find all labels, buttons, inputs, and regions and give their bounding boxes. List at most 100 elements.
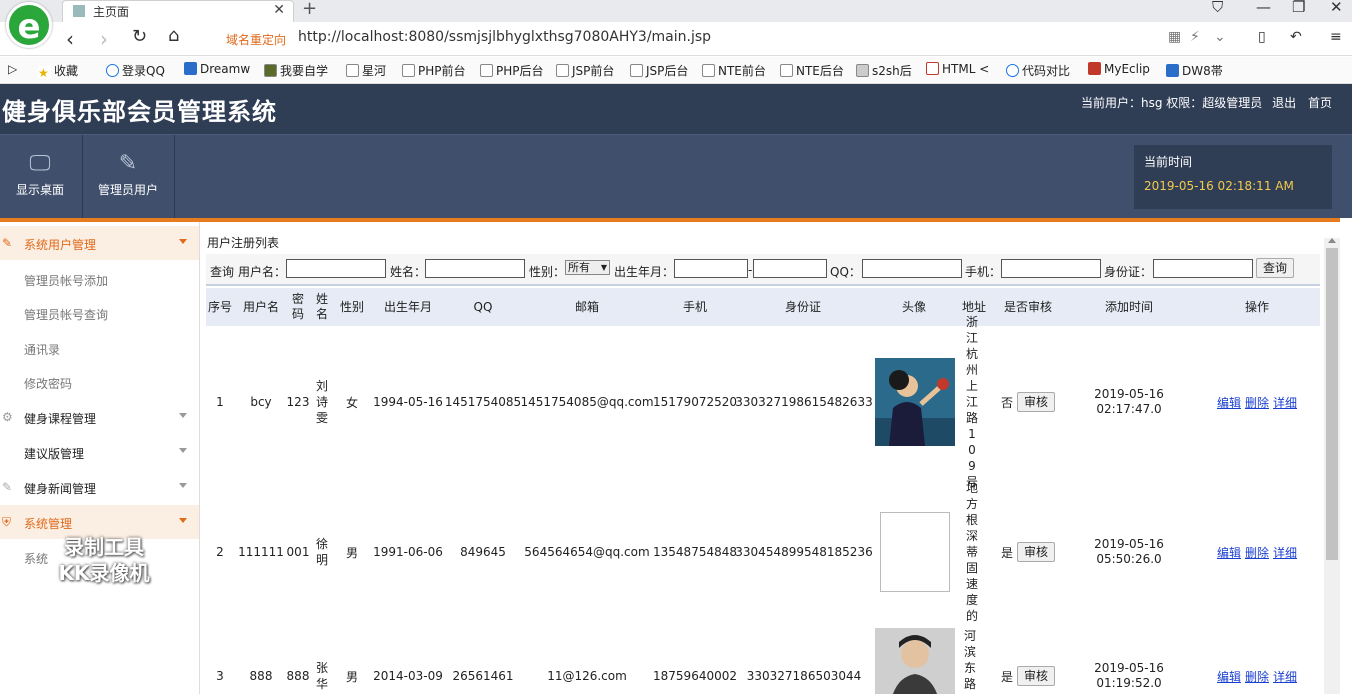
sidebar-group-label: 系统用户管理 (24, 238, 97, 252)
bookmark-item[interactable]: PHP前台 (402, 62, 466, 79)
detail-link[interactable]: 详细 (1273, 544, 1297, 561)
nav-admin-users[interactable]: ✎ 管理员用户 (88, 135, 168, 219)
bookmark-icon[interactable]: ▯ (1258, 29, 1266, 45)
dropdown-icon[interactable]: ⌄ (1214, 29, 1226, 45)
bookmark-item[interactable]: 登录QQ (106, 62, 165, 79)
forward-icon[interactable]: › (100, 27, 108, 51)
bookmark-item[interactable]: NTE后台 (780, 62, 844, 79)
vertical-scrollbar[interactable] (1324, 238, 1340, 694)
delete-link[interactable]: 删除 (1245, 544, 1269, 561)
qq-label: QQ： (830, 265, 861, 279)
app-header: 健身俱乐部会员管理系统 当前用户：hsg 权限：超级管理员 退出 首页 (0, 84, 1352, 134)
glyph: 浙 (965, 315, 978, 329)
cell-email: 1451754085@qq.com (520, 395, 654, 409)
glyph: 刘 (315, 379, 328, 393)
detail-link[interactable]: 详细 (1273, 668, 1297, 685)
added-time: 02:17:47.0 (1096, 402, 1162, 416)
browser-tab-strip: 主页面 ✕ + ⛉ — ❐ ✕ (0, 0, 1352, 22)
tab-close-icon[interactable]: ✕ (273, 2, 285, 18)
column-header: 出生年月 (383, 299, 432, 314)
nav-show-desktop[interactable]: 🖵 显示桌面 (0, 135, 80, 219)
gender-select[interactable]: 所有 ▼ (565, 260, 610, 275)
window-close-icon[interactable]: ✕ (1330, 0, 1343, 16)
cell-name: 刘诗雯 (314, 328, 330, 476)
shirt-skin-icon[interactable]: ⛉ (1212, 0, 1223, 16)
sidebar-item-contacts[interactable]: 通讯录 (24, 341, 60, 358)
menu-icon[interactable]: ≡ (1330, 29, 1342, 45)
glyph: 9 (968, 459, 976, 473)
grid-icon[interactable]: ▦ (1168, 29, 1181, 45)
name-input[interactable] (425, 259, 525, 278)
birth-separator: - (748, 263, 753, 277)
sidebar-item-admin-query[interactable]: 管理员帐号查询 (24, 306, 108, 323)
delete-link[interactable]: 删除 (1245, 668, 1269, 685)
cell-username: 111111 (238, 545, 284, 559)
glyph: 徐 (315, 537, 328, 551)
cell-avatar (874, 328, 956, 476)
phone-input[interactable] (1001, 259, 1101, 278)
glyph: 杭 (965, 347, 978, 361)
bookmark-item[interactable]: s2sh后 (856, 62, 912, 79)
delete-link[interactable]: 删除 (1245, 394, 1269, 411)
minimize-icon[interactable]: — (1256, 0, 1271, 16)
bookmark-item[interactable]: JSP后台 (630, 62, 688, 79)
search-button[interactable]: 查询 (1256, 258, 1294, 278)
bookmark-item[interactable]: MyEclip (1088, 62, 1150, 76)
bookmark-item[interactable]: Dreamw (184, 62, 250, 76)
reload-icon[interactable]: ↻ (132, 26, 147, 47)
column-header: 操作 (1244, 299, 1269, 314)
bookmark-item[interactable]: 代码对比 (1006, 62, 1070, 79)
birth-end-input[interactable] (753, 259, 827, 278)
sidebar-group-user-management[interactable]: ✎ 系统用户管理 (0, 226, 199, 260)
url-input[interactable]: http://localhost:8080/ssmjsjlbhyglxthsg7… (298, 29, 711, 45)
bookmark-item[interactable]: NTE前台 (702, 62, 766, 79)
bookmark-item[interactable]: JSP前台 (556, 62, 614, 79)
glyph: 深 (965, 529, 978, 543)
sidebar-group-news[interactable]: ✎ 健身新闻管理 (0, 470, 199, 504)
audit-button[interactable]: 审核 (1017, 666, 1055, 686)
username-input[interactable] (286, 259, 386, 278)
edit-link[interactable]: 编辑 (1217, 544, 1241, 561)
sidebar-item-admin-add[interactable]: 管理员帐号添加 (24, 272, 108, 289)
sidebar-item-change-password[interactable]: 修改密码 (24, 375, 72, 392)
cell-username: bcy (250, 395, 272, 409)
logout-link[interactable]: 退出 (1272, 96, 1296, 110)
qq-input[interactable] (862, 259, 962, 278)
audit-button[interactable]: 审核 (1017, 392, 1055, 412)
cell-password: 888 (286, 669, 310, 683)
restore-icon[interactable]: ❐ (1292, 0, 1305, 16)
cell-idcard: 330327198615482633 (735, 395, 873, 409)
sidebar-toggle-icon[interactable]: ▷ (8, 62, 17, 76)
edit-link[interactable]: 编辑 (1217, 394, 1241, 411)
lightning-icon[interactable]: ⚡ (1190, 29, 1200, 45)
audit-status: 否 (1000, 395, 1013, 410)
birth-start-input[interactable] (674, 259, 748, 278)
back-icon[interactable]: ‹ (66, 27, 74, 51)
idcard-input[interactable] (1153, 259, 1253, 278)
scrollbar-thumb[interactable] (1326, 248, 1338, 560)
audit-button[interactable]: 审核 (1017, 542, 1055, 562)
browser-tab[interactable]: 主页面 ✕ (62, 0, 294, 22)
bookmark-item[interactable]: 星河 (346, 62, 386, 79)
cell-actions: 编辑 删除 详细 (1202, 626, 1312, 694)
cell-phone: 18759640002 (653, 669, 737, 683)
sidebar-group-label: 系统管理 (24, 517, 73, 531)
home-link[interactable]: 首页 (1308, 96, 1332, 110)
home-icon[interactable]: ⌂ (168, 25, 179, 46)
sidebar-group-label: 健身新闻管理 (24, 482, 97, 496)
browser-logo-icon[interactable]: e (6, 2, 52, 48)
undo-icon[interactable]: ↶ (1290, 29, 1302, 45)
bookmark-item[interactable]: 我要自学 (264, 62, 328, 79)
sidebar-group-suggestions[interactable]: 建议版管理 (0, 435, 199, 469)
new-tab-icon[interactable]: + (302, 0, 317, 19)
time-value: 2019-05-16 02:18:11 AM (1144, 179, 1294, 193)
sidebar-group-courses[interactable]: ⚙ 健身课程管理 (0, 400, 199, 434)
detail-link[interactable]: 详细 (1273, 394, 1297, 411)
bookmark-item[interactable]: HTML < (926, 62, 989, 76)
bookmark-item[interactable]: DW8帯 (1166, 62, 1223, 79)
bookmark-item[interactable]: ★ 收藏 (38, 62, 78, 80)
scroll-up-icon[interactable] (1328, 238, 1336, 243)
edit-link[interactable]: 编辑 (1217, 668, 1241, 685)
bookmark-item[interactable]: PHP后台 (480, 62, 544, 79)
column-header: 姓名 (315, 292, 328, 321)
